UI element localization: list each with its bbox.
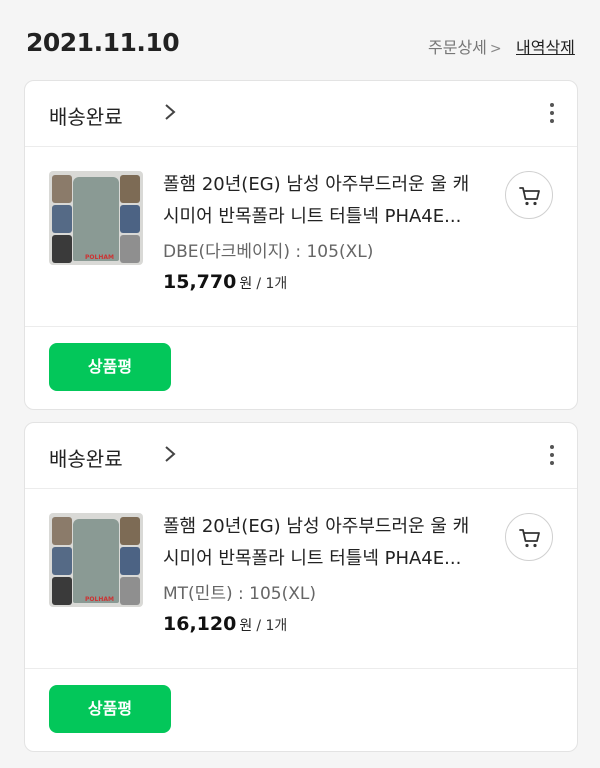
cart-icon (519, 187, 540, 206)
delivery-status-link[interactable]: 배송완료 (49, 443, 123, 472)
price-row: 16,120 원 / 1개 (163, 613, 287, 635)
brand-logo: POLHAM (85, 254, 114, 261)
product-option: MT(민트) : 105(XL) (163, 584, 316, 604)
order-card: 배송완료 POLHAM 폴햄 20년(EG) 남성 아주부드러운 울 캐시미어 … (24, 422, 578, 752)
product-thumbnail[interactable]: POLHAM (49, 171, 143, 265)
add-to-cart-button[interactable] (505, 171, 553, 219)
order-detail-link[interactable]: 주문상세 > (428, 34, 502, 58)
brand-logo: POLHAM (85, 596, 114, 603)
chevron-right-icon: > (489, 41, 502, 57)
order-card: 배송완료 POLHAM 폴햄 20년(EG) 남성 아주부드러운 울 캐시미어 … (24, 80, 578, 410)
product-row[interactable]: POLHAM 폴햄 20년(EG) 남성 아주부드러운 울 캐시미어 반목폴라 … (25, 147, 577, 327)
more-options-icon[interactable] (547, 103, 557, 127)
write-review-button[interactable]: 상품평 (49, 343, 171, 391)
delivery-status-link[interactable]: 배송완료 (49, 101, 123, 130)
product-quantity: / 1개 (256, 276, 288, 292)
more-options-icon[interactable] (547, 445, 557, 469)
order-detail-label: 주문상세 (428, 38, 487, 57)
add-to-cart-button[interactable] (505, 513, 553, 561)
product-quantity: / 1개 (256, 618, 288, 634)
product-price: 16,120 (163, 613, 237, 635)
cart-icon (519, 529, 540, 548)
product-title[interactable]: 폴햄 20년(EG) 남성 아주부드러운 울 캐시미어 반목폴라 니트 터틀넥 … (163, 511, 483, 575)
delete-history-link[interactable]: 내역삭제 (516, 34, 575, 58)
write-review-button[interactable]: 상품평 (49, 685, 171, 733)
product-price: 15,770 (163, 271, 237, 293)
price-unit: 원 (239, 618, 253, 634)
chevron-right-icon[interactable] (161, 444, 179, 464)
order-card-footer: 상품평 (25, 327, 577, 407)
product-option: DBE(다크베이지) : 105(XL) (163, 242, 374, 262)
order-date: 2021.11.10 (26, 28, 180, 57)
price-unit: 원 (239, 276, 253, 292)
product-row[interactable]: POLHAM 폴햄 20년(EG) 남성 아주부드러운 울 캐시미어 반목폴라 … (25, 489, 577, 669)
product-title[interactable]: 폴햄 20년(EG) 남성 아주부드러운 울 캐시미어 반목폴라 니트 터틀넥 … (163, 169, 483, 233)
order-card-footer: 상품평 (25, 669, 577, 749)
price-row: 15,770 원 / 1개 (163, 271, 287, 293)
order-card-header: 배송완료 (25, 423, 577, 489)
order-date-header: 2021.11.10 주문상세 > 내역삭제 (0, 0, 600, 80)
order-card-header: 배송완료 (25, 81, 577, 147)
chevron-right-icon[interactable] (161, 102, 179, 122)
product-thumbnail[interactable]: POLHAM (49, 513, 143, 607)
